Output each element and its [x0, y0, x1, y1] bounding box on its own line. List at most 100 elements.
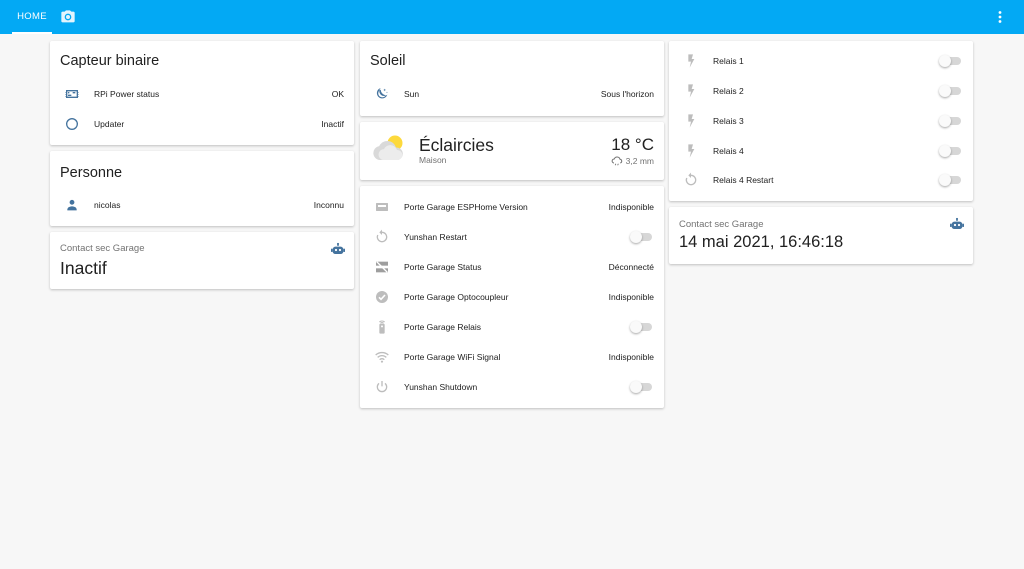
entity-state: Indisponible: [608, 352, 654, 362]
entity-name: Relais 2: [713, 86, 744, 96]
chip-icon: [65, 90, 79, 98]
toggle-switch[interactable]: [630, 321, 652, 333]
relais-entities-card: Relais 1 Relais 2 Relais 3 Relais 4 Rela…: [669, 41, 973, 201]
check-circle-icon: [376, 291, 388, 303]
toggle-thumb: [630, 231, 642, 243]
entity-name: Relais 4 Restart: [713, 175, 774, 185]
entity-row[interactable]: Relais 4: [669, 136, 973, 166]
top-app-bar: HOME: [0, 0, 1024, 34]
flash-icon: [688, 144, 695, 158]
card-title: Capteur binaire: [60, 53, 160, 69]
weather-condition: Éclaircies: [419, 135, 494, 155]
toggle-switch[interactable]: [939, 115, 961, 127]
tab-home[interactable]: HOME: [12, 0, 52, 34]
entity-name: Relais 4: [713, 146, 744, 156]
flash-icon: [688, 114, 695, 128]
active-tab-indicator: [12, 32, 52, 34]
weather-temperature: 18 °C: [611, 135, 654, 154]
restart-icon: [685, 172, 697, 186]
entity-card[interactable]: Contact sec Garage 14 mai 2021, 16:46:18: [669, 207, 973, 264]
lan-disconnect-icon: [376, 261, 388, 273]
partly-cloudy-icon: [373, 135, 403, 160]
toggle-thumb: [939, 174, 951, 186]
toggle-thumb: [939, 145, 951, 157]
entity-row[interactable]: RPi Power status OK: [50, 79, 354, 109]
restart-icon: [376, 229, 388, 243]
entity-state: OK: [331, 89, 344, 99]
entity-name: Porte Garage Optocoupleur: [404, 292, 509, 302]
entity-name: Relais 1: [713, 56, 744, 66]
toggle-thumb: [939, 85, 951, 97]
wifi-icon: [375, 351, 389, 363]
toggle-thumb: [630, 321, 642, 333]
sd-card-icon: [376, 203, 388, 211]
toggle-switch[interactable]: [630, 381, 652, 393]
entity-name: Updater: [94, 119, 125, 129]
weather-precipitation: 3,2 mm: [625, 156, 654, 166]
account-icon: [67, 199, 77, 211]
sun-card: Soleil Sun Sous l'horizon: [360, 41, 664, 116]
circle-outline-icon: [66, 118, 78, 130]
flash-icon: [688, 54, 695, 68]
entity-card[interactable]: Contact sec Garage Inactif: [50, 232, 354, 289]
entity-name: Porte Garage WiFi Signal: [404, 352, 501, 362]
entity-row[interactable]: Porte Garage Status Déconnecté: [360, 252, 664, 282]
entity-state: Sous l'horizon: [600, 89, 654, 99]
entity-row[interactable]: Relais 2: [669, 76, 973, 106]
entity-state: Inconnu: [313, 200, 344, 210]
robot-icon: [950, 217, 964, 229]
weather-card[interactable]: Éclaircies Maison 18 °C 3,2 mm: [360, 122, 664, 180]
card-title: Soleil: [370, 53, 406, 69]
entity-name: Yunshan Shutdown: [404, 382, 478, 392]
entity-row[interactable]: Porte Garage ESPHome Version Indisponibl…: [360, 192, 664, 222]
remote-icon: [378, 320, 386, 334]
esphome-entities-card: Porte Garage ESPHome Version Indisponibl…: [360, 186, 664, 408]
entity-state: 14 mai 2021, 16:46:18: [679, 233, 844, 251]
weather-location: Maison: [419, 155, 447, 165]
entity-row[interactable]: Sun Sous l'horizon: [360, 79, 664, 109]
toggle-switch[interactable]: [939, 85, 961, 97]
weather-rainy-icon: [611, 156, 623, 166]
robot-icon: [331, 242, 345, 254]
moon-icon: [376, 88, 388, 99]
entity-name: RPi Power status: [94, 89, 160, 99]
entity-row[interactable]: Yunshan Shutdown: [360, 372, 664, 402]
power-icon: [376, 381, 388, 393]
entity-name: Porte Garage Status: [404, 262, 482, 272]
entity-name: Relais 3: [713, 116, 744, 126]
entity-state: Indisponible: [608, 202, 654, 212]
entity-name: Sun: [404, 89, 420, 99]
entity-row[interactable]: Relais 1: [669, 46, 973, 76]
entity-state: Déconnecté: [608, 262, 654, 272]
toggle-switch[interactable]: [939, 145, 961, 157]
toggle-thumb: [630, 381, 642, 393]
entity-state: Inactif: [60, 258, 107, 278]
toggle-thumb: [939, 55, 951, 67]
card-title: Personne: [60, 165, 123, 181]
entity-state: Inactif: [321, 119, 344, 129]
entity-row[interactable]: Relais 4 Restart: [669, 165, 973, 195]
toggle-switch[interactable]: [939, 55, 961, 67]
entity-row[interactable]: Porte Garage Relais: [360, 312, 664, 342]
entity-name: Yunshan Restart: [404, 232, 467, 242]
toggle-thumb: [939, 115, 951, 127]
entity-name: Porte Garage Relais: [404, 322, 482, 332]
entity-row[interactable]: Relais 3: [669, 106, 973, 136]
dots-vertical-icon[interactable]: [994, 9, 1006, 25]
entity-row[interactable]: nicolas Inconnu: [50, 190, 354, 220]
person-card: Personne nicolas Inconnu: [50, 151, 354, 226]
entity-name: nicolas: [94, 200, 121, 210]
entity-row[interactable]: Yunshan Restart: [360, 222, 664, 252]
entity-row[interactable]: Porte Garage WiFi Signal Indisponible: [360, 342, 664, 372]
entity-row[interactable]: Porte Garage Optocoupleur Indisponible: [360, 282, 664, 312]
camera-icon[interactable]: [60, 9, 76, 25]
entity-row[interactable]: Updater Inactif: [50, 109, 354, 139]
toggle-switch[interactable]: [630, 231, 652, 243]
binary-sensor-card: Capteur binaire RPi Power status OK Upda…: [50, 41, 354, 145]
entity-state: Indisponible: [608, 292, 654, 302]
tab-home-label: HOME: [17, 11, 47, 22]
flash-icon: [688, 84, 695, 98]
entity-name: Contact sec Garage: [679, 219, 764, 230]
entity-name: Contact sec Garage: [60, 243, 145, 254]
toggle-switch[interactable]: [939, 174, 961, 186]
